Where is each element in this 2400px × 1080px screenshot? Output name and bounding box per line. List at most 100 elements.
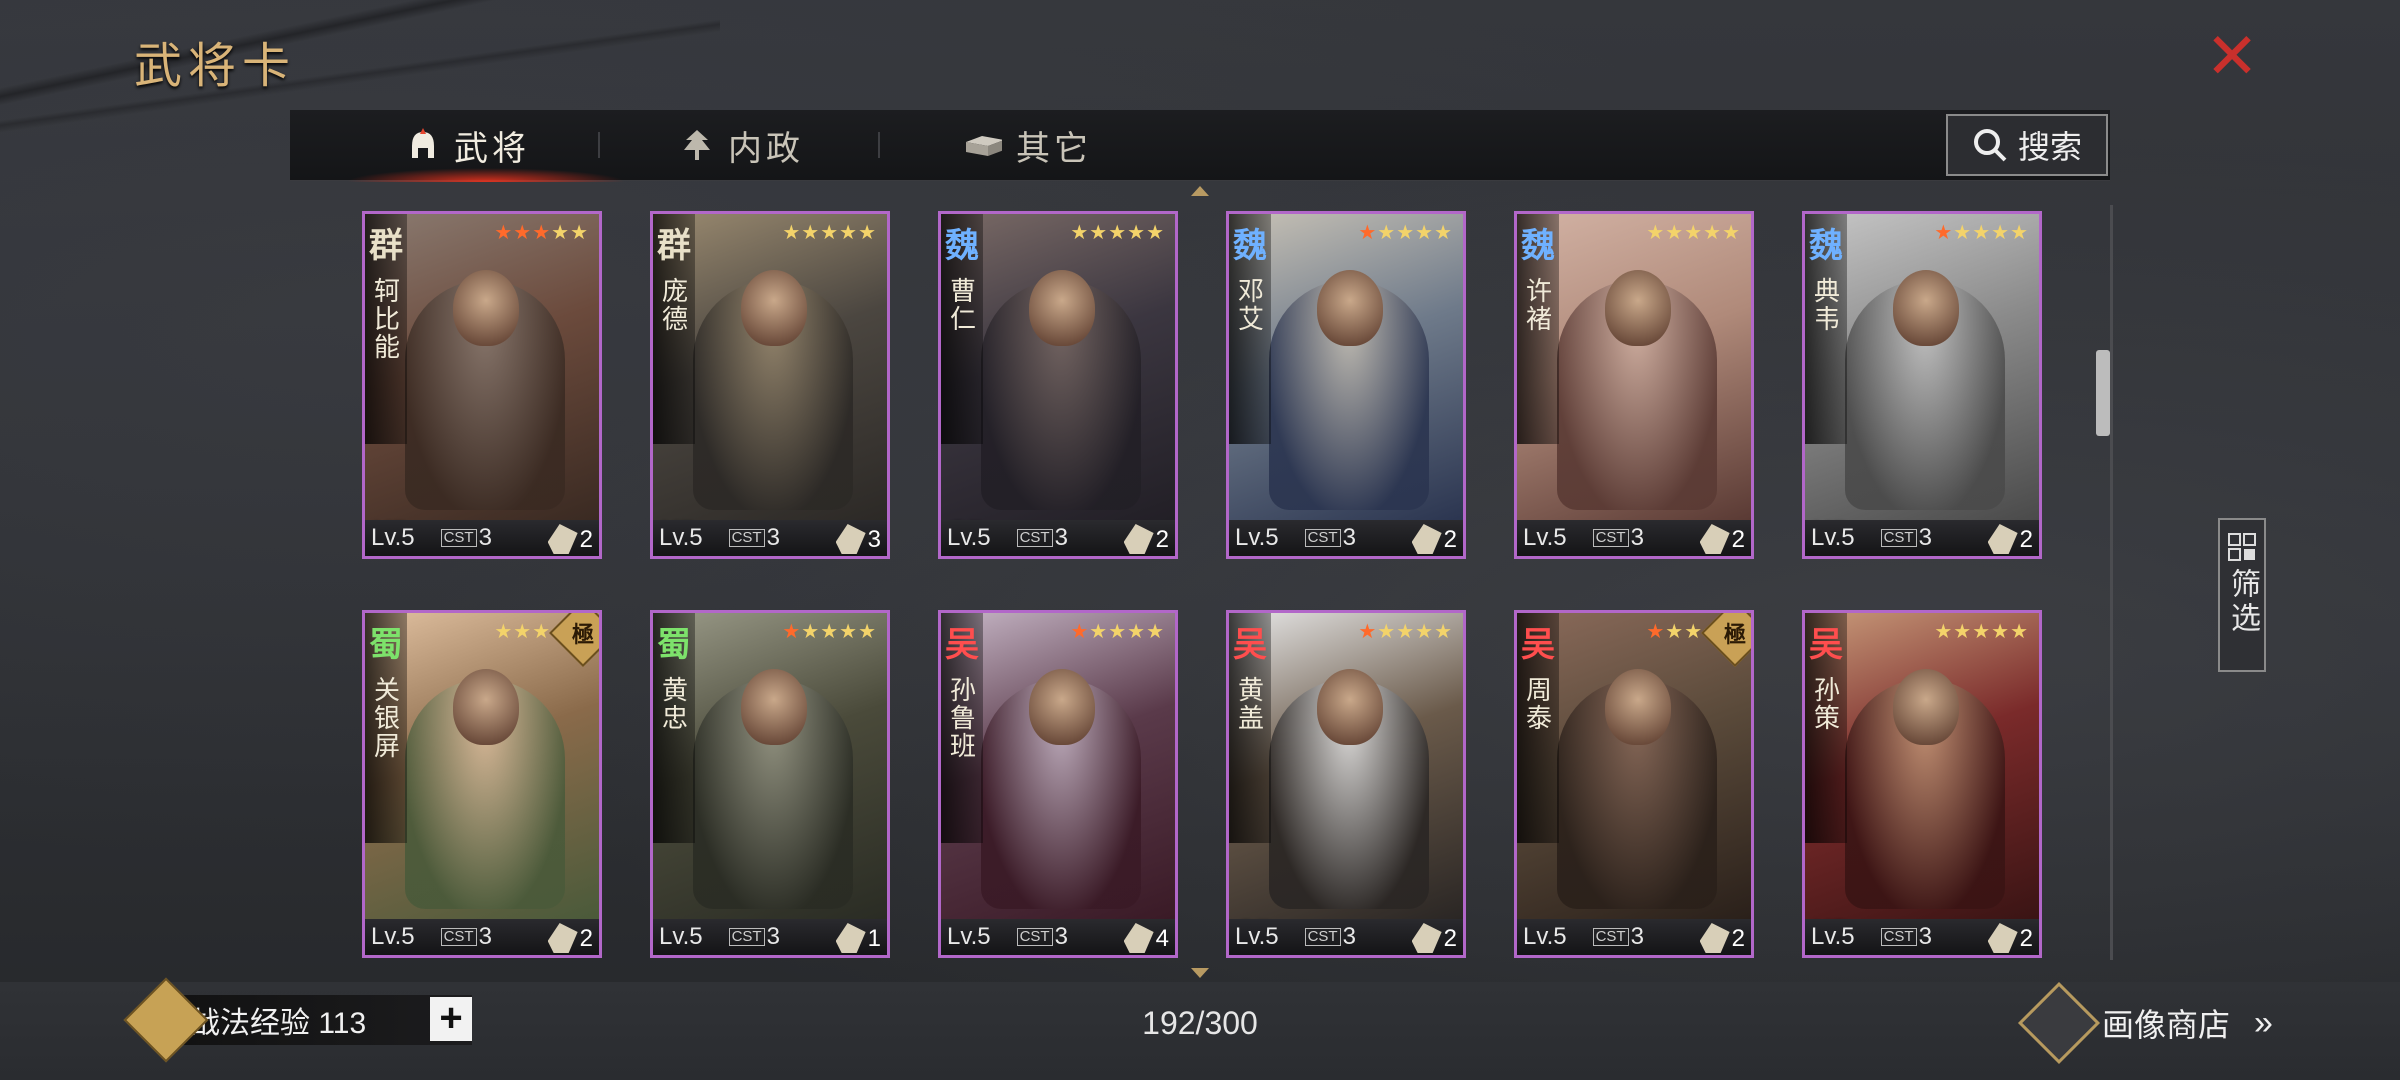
star-rating: ★★★★★ [1934, 621, 2029, 643]
filter-button[interactable]: 筛选 [2218, 518, 2266, 672]
name-strip: 魏 典韦 [1805, 214, 1847, 444]
general-card[interactable]: 群 庞德 ★★★★★ XP Lv.5 CST3 3 [650, 211, 890, 559]
general-card[interactable]: 魏 曹仁 ★★★★★ SP Lv.5 CST3 2 [938, 211, 1178, 559]
troop-count: 2 [2019, 925, 2033, 952]
cost-value: 3 [1054, 524, 1068, 551]
general-card[interactable]: 魏 许褚 ★★★★★ Lv.5 CST 3 2 [1514, 211, 1754, 559]
general-card[interactable]: 魏 典韦 ★★★★★ XP Lv.5 CST3 2 [1802, 211, 2042, 559]
card-footer: Lv.5 CST 3 2 [1229, 520, 1463, 556]
tab-other[interactable]: 其它 [960, 110, 1120, 180]
card-footer: Lv.5 CST 3 2 [365, 520, 599, 556]
search-button[interactable]: 搜索 [1946, 114, 2108, 176]
cost-value: 3 [478, 923, 492, 950]
tab-generals[interactable]: 武将 [346, 110, 626, 182]
troop-type: 2 [547, 524, 593, 554]
general-card[interactable]: 吴 黄盖 ★★★★★ SP Lv.5 CST3 2 [1226, 610, 1466, 958]
cost-icon: CST [440, 928, 477, 946]
troop-count: 2 [1731, 526, 1745, 553]
scroll-thumb[interactable] [2096, 350, 2110, 436]
scroll-down-arrow[interactable] [1191, 968, 1209, 978]
troop-type-icon [1123, 524, 1154, 554]
close-button[interactable]: ✕ [2200, 24, 2264, 88]
search-icon [1973, 129, 2007, 162]
troop-count: 2 [1155, 526, 1169, 553]
box-icon [966, 136, 1002, 156]
portrait-head [1893, 669, 1959, 745]
troop-count: 2 [579, 925, 593, 952]
cost-value: 3 [1918, 524, 1932, 551]
star-rating: ★★★★★ [1358, 222, 1453, 244]
general-card[interactable]: 吴 孙鲁班 ★★★★★ Lv.5 CST 3 4 [938, 610, 1178, 958]
cost-display: CST 3 [1304, 923, 1356, 951]
general-card[interactable]: 蜀 黄忠 ★★★★★ Lv.5 CST 3 1 [650, 610, 890, 958]
add-exp-button[interactable]: + [430, 997, 472, 1041]
troop-count: 2 [1443, 526, 1457, 553]
level-label: Lv.5 [371, 923, 415, 950]
cost-icon: CST [1304, 529, 1341, 547]
troop-count: 2 [1731, 925, 1745, 952]
troop-type-icon [1699, 923, 1730, 953]
cost-display: CST 3 [1880, 524, 1932, 552]
portrait-head [1029, 669, 1095, 745]
faction-badge: 魏 [1233, 226, 1267, 266]
faction-badge: 蜀 [369, 625, 403, 665]
general-card[interactable]: 群 轲比能 ★★★★★ XP Lv.5 CST3 2 [362, 211, 602, 559]
cost-icon: CST [1592, 928, 1629, 946]
troop-type-icon [1987, 524, 2018, 554]
cost-icon: CST [728, 529, 765, 547]
cost-display: CST 3 [1304, 524, 1356, 552]
portrait-head [741, 270, 807, 346]
cost-value: 3 [1918, 923, 1932, 950]
faction-badge: 魏 [945, 226, 979, 266]
general-name: 曹仁 [946, 277, 977, 333]
troop-count: 4 [1155, 925, 1169, 952]
faction-badge: 魏 [1809, 226, 1843, 266]
cost-value: 3 [1054, 923, 1068, 950]
cost-display: CST 3 [440, 524, 492, 552]
cost-value: 3 [1342, 923, 1356, 950]
troop-type: 2 [1123, 524, 1169, 554]
name-strip: 蜀 黄忠 [653, 613, 695, 843]
troop-type-icon [547, 524, 578, 554]
star-rating: ★★★★★ [1358, 621, 1453, 643]
cost-value: 3 [1342, 524, 1356, 551]
scroll-up-arrow[interactable] [1191, 186, 1209, 196]
portrait-head [1605, 270, 1671, 346]
general-card[interactable]: 吴 孙策 ★★★★★ XP Lv.5 CST3 2 [1802, 610, 2042, 958]
troop-count: 2 [2019, 526, 2033, 553]
general-name: 黄忠 [658, 676, 689, 732]
star-rating: ★★★★★ [1646, 222, 1741, 244]
general-name: 孙鲁班 [946, 676, 977, 760]
name-strip: 吴 孙策 [1805, 613, 1847, 843]
cost-value: 3 [1630, 524, 1644, 551]
general-name: 轲比能 [370, 277, 401, 361]
shop-icon [2017, 981, 2101, 1065]
level-label: Lv.5 [371, 524, 415, 551]
level-label: Lv.5 [947, 524, 991, 551]
general-card[interactable]: 魏 邓艾 ★★★★★ Lv.5 CST 3 2 [1226, 211, 1466, 559]
faction-badge: 吴 [1521, 625, 1555, 665]
name-strip: 魏 曹仁 [941, 214, 983, 444]
tab-label: 其它 [1016, 129, 1092, 168]
star-rating: ★★★★★ [1070, 222, 1165, 244]
troop-type-icon [1123, 923, 1154, 953]
troop-type: 2 [1987, 524, 2033, 554]
general-card[interactable]: 蜀 关银屏 ★★★★★ 極 Lv.5 CST 3 2 [362, 610, 602, 958]
cost-display: CST 3 [1016, 524, 1068, 552]
portrait-head [453, 270, 519, 346]
card-count: 192/300 [1142, 1005, 1258, 1041]
portrait-head [1029, 270, 1095, 346]
general-name: 邓艾 [1234, 277, 1265, 333]
troop-type-icon [1411, 923, 1442, 953]
general-card[interactable]: 吴 周泰 ★★★★★ 極 Lv.5 CST3 2 [1514, 610, 1754, 958]
search-label: 搜索 [2017, 129, 2082, 165]
troop-type: 3 [835, 524, 881, 554]
troop-count: 1 [867, 925, 881, 952]
star-rating: ★★★★★ [1070, 621, 1165, 643]
star-rating: ★★★★★ [782, 222, 877, 244]
tab-domestic[interactable]: 内政 [680, 110, 840, 180]
cost-display: CST 3 [440, 923, 492, 951]
general-name: 关银屏 [370, 676, 401, 760]
scroll-track[interactable] [2110, 205, 2113, 960]
portrait-shop-link[interactable]: 画像商店 » [2017, 981, 2273, 1065]
